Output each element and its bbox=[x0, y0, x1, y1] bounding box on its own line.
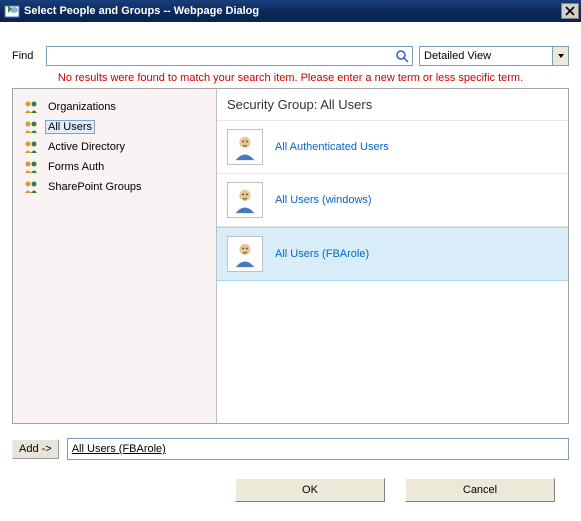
button-row: OK Cancel bbox=[12, 478, 569, 502]
tree-item-active-directory[interactable]: Active Directory bbox=[19, 137, 210, 157]
view-select[interactable]: Detailed View bbox=[419, 46, 569, 66]
group-icon bbox=[23, 99, 39, 115]
tree-item-sharepoint-groups[interactable]: SharePoint Groups bbox=[19, 177, 210, 197]
tree-item-label: Forms Auth bbox=[45, 160, 107, 174]
find-label: Find bbox=[12, 50, 40, 62]
titlebar: Select People and Groups -- Webpage Dial… bbox=[0, 0, 581, 22]
tree-item-label: Active Directory bbox=[45, 140, 128, 154]
user-icon bbox=[227, 129, 263, 165]
view-select-value: Detailed View bbox=[424, 50, 491, 62]
error-message: No results were found to match your sear… bbox=[12, 72, 569, 84]
cancel-button[interactable]: Cancel bbox=[405, 478, 555, 502]
app-icon bbox=[4, 3, 20, 19]
result-link[interactable]: All Users (FBArole) bbox=[275, 248, 369, 260]
result-row[interactable]: All Users (windows) bbox=[217, 174, 568, 227]
search-icon[interactable] bbox=[395, 49, 409, 63]
find-input-wrap bbox=[46, 46, 413, 66]
ok-button[interactable]: OK bbox=[235, 478, 385, 502]
add-button[interactable]: Add -> bbox=[12, 439, 59, 459]
group-icon bbox=[23, 119, 39, 135]
chevron-down-icon bbox=[552, 47, 568, 65]
group-icon bbox=[23, 139, 39, 155]
tree-item-organizations[interactable]: Organizations bbox=[19, 97, 210, 117]
add-row: Add -> All Users (FBArole) bbox=[12, 438, 569, 460]
user-icon bbox=[227, 182, 263, 218]
results-pane: Security Group: All Users All Authentica… bbox=[217, 89, 568, 423]
result-row[interactable]: All Authenticated Users bbox=[217, 120, 568, 174]
result-row[interactable]: All Users (FBArole) bbox=[217, 227, 568, 281]
result-link[interactable]: All Users (windows) bbox=[275, 194, 372, 206]
close-button[interactable] bbox=[561, 3, 579, 19]
selected-users-text: All Users (FBArole) bbox=[72, 443, 166, 455]
tree-item-label: All Users bbox=[45, 120, 95, 134]
result-link[interactable]: All Authenticated Users bbox=[275, 141, 389, 153]
tree-item-label: SharePoint Groups bbox=[45, 180, 145, 194]
tree-item-label: Organizations bbox=[45, 100, 119, 114]
tree-item-forms-auth[interactable]: Forms Auth bbox=[19, 157, 210, 177]
user-icon bbox=[227, 236, 263, 272]
find-row: Find Detailed View bbox=[12, 46, 569, 66]
group-icon bbox=[23, 159, 39, 175]
group-icon bbox=[23, 179, 39, 195]
tree-item-all-users[interactable]: All Users bbox=[19, 117, 210, 137]
main-panel: Organizations All Users bbox=[12, 88, 569, 424]
tree-pane: Organizations All Users bbox=[13, 89, 217, 423]
selected-users-box[interactable]: All Users (FBArole) bbox=[67, 438, 569, 460]
results-header: Security Group: All Users bbox=[217, 89, 568, 120]
titlebar-title: Select People and Groups -- Webpage Dial… bbox=[24, 5, 561, 17]
search-input[interactable] bbox=[47, 47, 412, 65]
